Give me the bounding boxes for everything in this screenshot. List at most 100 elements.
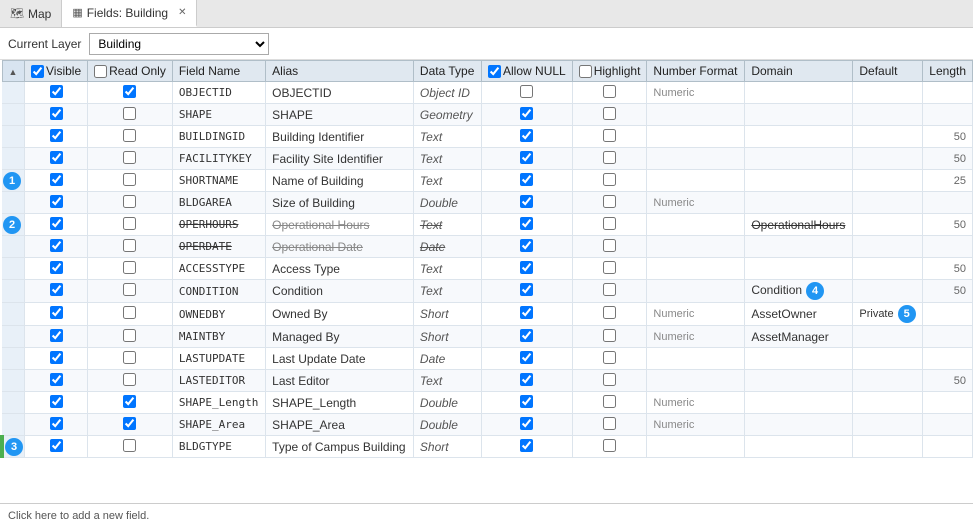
readonly-checkbox[interactable] bbox=[123, 173, 136, 186]
readonly-checkbox[interactable] bbox=[123, 373, 136, 386]
allownull-checkbox[interactable] bbox=[520, 417, 533, 430]
readonly-checkbox[interactable] bbox=[123, 417, 136, 430]
visible-checkbox[interactable] bbox=[50, 261, 63, 274]
allownull-checkbox[interactable] bbox=[520, 107, 533, 120]
allownull-checkbox[interactable] bbox=[520, 283, 533, 296]
highlight-checkbox[interactable] bbox=[603, 417, 616, 430]
header-numberformat: Number Format bbox=[647, 61, 745, 82]
readonly-checkbox[interactable] bbox=[123, 395, 136, 408]
readonly-checkbox[interactable] bbox=[123, 283, 136, 296]
domain-cell: AssetOwner bbox=[745, 303, 853, 326]
visible-checkbox[interactable] bbox=[50, 283, 63, 296]
readonly-checkbox[interactable] bbox=[123, 217, 136, 230]
highlight-checkbox[interactable] bbox=[603, 351, 616, 364]
visible-checkbox[interactable] bbox=[50, 107, 63, 120]
header-readonly-checkbox[interactable] bbox=[94, 65, 107, 78]
visible-checkbox[interactable] bbox=[50, 395, 63, 408]
allownull-checkbox[interactable] bbox=[520, 306, 533, 319]
readonly-checkbox[interactable] bbox=[123, 85, 136, 98]
add-field-bar[interactable]: Click here to add a new field. bbox=[0, 503, 973, 527]
allownull-checkbox[interactable] bbox=[520, 151, 533, 164]
default-cell bbox=[853, 104, 923, 126]
alias-cell: SHAPE_Length bbox=[266, 392, 414, 414]
allownull-checkbox[interactable] bbox=[520, 217, 533, 230]
alias-cell: Managed By bbox=[266, 326, 414, 348]
allownull-checkbox[interactable] bbox=[520, 329, 533, 342]
allownull-checkbox[interactable] bbox=[520, 85, 533, 98]
allownull-checkbox[interactable] bbox=[520, 439, 533, 452]
allownull-checkbox[interactable] bbox=[520, 239, 533, 252]
highlight-checkbox[interactable] bbox=[603, 195, 616, 208]
tab-map[interactable]: 🗺 Map bbox=[0, 0, 62, 27]
allownull-checkbox[interactable] bbox=[520, 395, 533, 408]
readonly-checkbox[interactable] bbox=[123, 351, 136, 364]
visible-checkbox[interactable] bbox=[50, 329, 63, 342]
visible-checkbox[interactable] bbox=[50, 417, 63, 430]
allownull-checkbox[interactable] bbox=[520, 261, 533, 274]
readonly-checkbox[interactable] bbox=[123, 439, 136, 452]
visible-checkbox[interactable] bbox=[50, 373, 63, 386]
visible-checkbox[interactable] bbox=[50, 306, 63, 319]
readonly-checkbox[interactable] bbox=[123, 306, 136, 319]
readonly-checkbox[interactable] bbox=[123, 195, 136, 208]
highlight-checkbox[interactable] bbox=[603, 395, 616, 408]
sort-arrow-icon: ▲ bbox=[9, 67, 18, 77]
default-cell bbox=[853, 258, 923, 280]
header-highlight-checkbox[interactable] bbox=[579, 65, 592, 78]
highlight-checkbox[interactable] bbox=[603, 306, 616, 319]
header-visible-checkbox[interactable] bbox=[31, 65, 44, 78]
current-layer-select[interactable]: Building bbox=[89, 33, 269, 55]
length-cell: 50 bbox=[923, 280, 973, 303]
visible-checkbox[interactable] bbox=[50, 195, 63, 208]
highlight-checkbox[interactable] bbox=[603, 151, 616, 164]
header-allownull-checkbox[interactable] bbox=[488, 65, 501, 78]
highlight-checkbox[interactable] bbox=[603, 329, 616, 342]
alias-cell: Building Identifier bbox=[266, 126, 414, 148]
highlight-checkbox[interactable] bbox=[603, 439, 616, 452]
row-indicator bbox=[2, 236, 25, 258]
alias-cell: Owned By bbox=[266, 303, 414, 326]
visible-checkbox[interactable] bbox=[50, 217, 63, 230]
visible-checkbox[interactable] bbox=[50, 173, 63, 186]
table-row: BLDGAREASize of BuildingDoubleNumeric bbox=[2, 192, 973, 214]
highlight-checkbox[interactable] bbox=[603, 217, 616, 230]
datatype-cell: Text bbox=[413, 214, 481, 236]
allownull-checkbox[interactable] bbox=[520, 373, 533, 386]
allownull-checkbox[interactable] bbox=[520, 173, 533, 186]
highlight-checkbox[interactable] bbox=[603, 107, 616, 120]
tab-close-button[interactable]: ✕ bbox=[178, 7, 186, 18]
readonly-checkbox[interactable] bbox=[123, 129, 136, 142]
allownull-checkbox[interactable] bbox=[520, 195, 533, 208]
highlight-checkbox[interactable] bbox=[603, 373, 616, 386]
readonly-checkbox[interactable] bbox=[123, 239, 136, 252]
visible-checkbox[interactable] bbox=[50, 151, 63, 164]
default-cell bbox=[853, 370, 923, 392]
allownull-checkbox[interactable] bbox=[520, 129, 533, 142]
alias-cell: Last Update Date bbox=[266, 348, 414, 370]
tab-fields-building[interactable]: ▦ Fields: Building ✕ bbox=[62, 0, 197, 27]
length-cell bbox=[923, 192, 973, 214]
alias-cell: Name of Building bbox=[266, 170, 414, 192]
visible-checkbox[interactable] bbox=[50, 239, 63, 252]
highlight-checkbox[interactable] bbox=[603, 129, 616, 142]
table-row: 3BLDGTYPEType of Campus BuildingShort bbox=[2, 436, 973, 458]
readonly-checkbox[interactable] bbox=[123, 107, 136, 120]
tab-map-label: Map bbox=[28, 7, 51, 21]
readonly-checkbox[interactable] bbox=[123, 151, 136, 164]
visible-checkbox[interactable] bbox=[50, 439, 63, 452]
visible-cell bbox=[25, 82, 88, 104]
readonly-checkbox[interactable] bbox=[123, 261, 136, 274]
highlight-checkbox[interactable] bbox=[603, 283, 616, 296]
readonly-checkbox[interactable] bbox=[123, 329, 136, 342]
header-visible: Visible bbox=[25, 61, 88, 82]
allownull-checkbox[interactable] bbox=[520, 351, 533, 364]
highlight-checkbox[interactable] bbox=[603, 85, 616, 98]
readonly-cell bbox=[88, 236, 173, 258]
visible-checkbox[interactable] bbox=[50, 85, 63, 98]
visible-checkbox[interactable] bbox=[50, 129, 63, 142]
highlight-checkbox[interactable] bbox=[603, 239, 616, 252]
domain-cell: Condition4 bbox=[745, 280, 853, 303]
highlight-checkbox[interactable] bbox=[603, 261, 616, 274]
highlight-checkbox[interactable] bbox=[603, 173, 616, 186]
visible-checkbox[interactable] bbox=[50, 351, 63, 364]
